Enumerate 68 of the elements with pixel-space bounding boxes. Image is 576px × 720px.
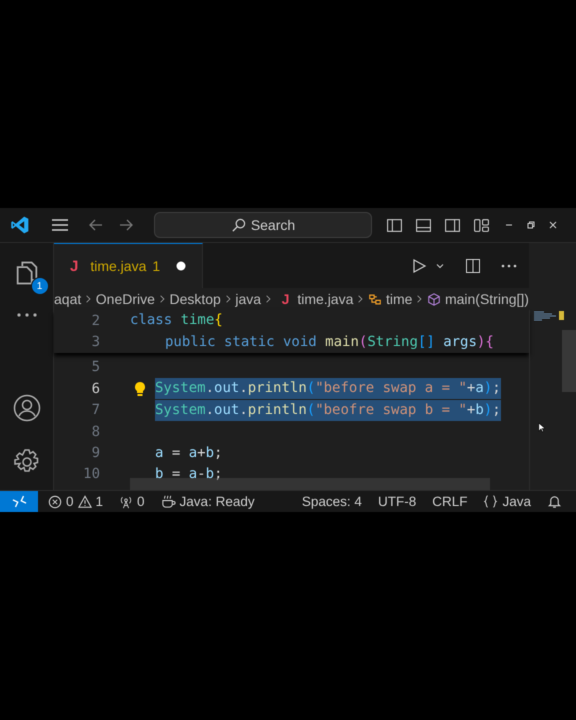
chevron-icon — [224, 294, 232, 304]
editor-tab[interactable]: J time.java 1 — [54, 243, 204, 288]
java-file-icon: J — [70, 258, 78, 274]
class-icon — [368, 292, 382, 306]
language-status[interactable]: Java — [477, 494, 537, 509]
code-line: a = a+b; — [155, 444, 222, 463]
line-number: 2 — [90, 312, 100, 329]
horizontal-scrollbar[interactable] — [130, 478, 490, 490]
breadcrumb-item[interactable]: OneDrive — [96, 291, 155, 307]
breadcrumb-item[interactable]: time — [386, 291, 412, 307]
line-number: 7 — [90, 402, 100, 418]
breadcrumb-item[interactable]: main(String[]) — [444, 291, 529, 307]
app-logo-icon — [10, 215, 30, 235]
line-number: 8 — [90, 424, 100, 440]
chevron-icon — [357, 294, 364, 304]
search-button[interactable]: Search — [154, 212, 372, 238]
breadcrumb-item[interactable]: Desktop — [169, 291, 221, 307]
chevron-icon — [265, 294, 272, 304]
notifications-bell-icon[interactable] — [547, 494, 562, 509]
encoding-status[interactable]: UTF-8 — [372, 494, 422, 509]
line-number: 10 — [82, 466, 100, 482]
more-actions-icon[interactable] — [501, 264, 517, 268]
problems-status[interactable]: 0 1 — [42, 494, 110, 509]
chevron-icon — [85, 294, 92, 304]
customize-layout-icon[interactable] — [473, 216, 490, 234]
line-number: 3 — [90, 334, 100, 350]
line-number: 5 — [90, 359, 100, 376]
back-arrow-icon[interactable] — [88, 217, 104, 233]
close-icon[interactable] — [548, 220, 558, 230]
line-ending-status[interactable]: CRLF — [426, 494, 474, 509]
warning-icon — [78, 494, 92, 508]
ports-status[interactable]: 0 — [113, 494, 151, 509]
mouse-pointer-icon — [538, 422, 545, 433]
breadcrumb-item[interactable]: aqat — [54, 291, 82, 307]
code-line: public static void main(String[] args){ — [165, 332, 494, 352]
remote-icon — [12, 494, 26, 509]
chevron-icon — [416, 294, 423, 304]
indentation-status[interactable]: Spaces: 4 — [296, 494, 368, 509]
java-status[interactable]: Java: Ready — [154, 494, 261, 509]
chevron-icon — [158, 294, 166, 304]
braces-icon — [483, 494, 498, 509]
breadcrumb-item[interactable]: java — [235, 291, 262, 307]
scrollbar-thumb[interactable] — [562, 330, 576, 392]
sidebar-layout-icon[interactable] — [386, 216, 403, 234]
error-icon — [48, 494, 62, 508]
cube-icon — [426, 292, 441, 306]
more-icon[interactable] — [14, 311, 38, 319]
notification-badge: 1 — [30, 277, 48, 295]
search-icon — [230, 218, 246, 232]
account-icon[interactable] — [12, 394, 40, 422]
line-number: 9 — [90, 445, 100, 462]
run-icon[interactable] — [411, 258, 427, 274]
code-line: b = a-b; — [155, 464, 222, 484]
line-number: 6 — [90, 380, 100, 397]
forward-arrow-icon[interactable] — [118, 217, 134, 233]
secondary-sidebar-icon[interactable] — [444, 216, 461, 234]
panel-layout-icon[interactable] — [415, 216, 432, 234]
remote-button[interactable] — [0, 491, 38, 512]
problem-count: 1 — [152, 258, 160, 274]
tab-label: time.java — [90, 258, 146, 274]
code-line: class time{ — [130, 311, 223, 330]
split-editor-icon[interactable] — [465, 258, 481, 274]
java-file-icon: J — [282, 291, 290, 307]
restore-icon[interactable] — [526, 220, 536, 230]
breadcrumb-item[interactable]: time.java — [297, 291, 354, 307]
antenna-icon — [119, 494, 134, 508]
coffee-cup-icon — [160, 494, 176, 509]
lightbulb-icon[interactable] — [134, 381, 146, 398]
